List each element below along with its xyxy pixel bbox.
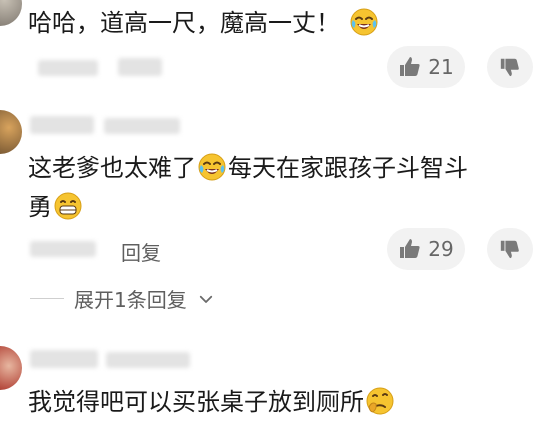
reply-button[interactable]: 回复 [121,237,161,266]
laughing-tears-icon [197,152,227,182]
laughing-tears-icon [349,7,379,37]
thumb-up-icon [400,239,420,258]
username[interactable] [30,350,98,368]
comment-text-part: 勇 [28,193,52,221]
avatar[interactable] [0,346,22,390]
user-meta [118,58,162,76]
thumb-down-icon [500,58,519,77]
username[interactable] [30,116,94,134]
timestamp [30,241,96,257]
thumb-down-icon [500,240,519,259]
expand-replies-label: 展开1条回复 [74,288,187,312]
avatar[interactable] [0,0,22,26]
chevron-down-icon [199,295,212,303]
expand-replies-button[interactable]: 展开1条回复 [30,284,215,313]
like-button[interactable]: 21 [387,46,465,88]
comment-text-part: 这老爹也太难了 [28,154,196,182]
like-count: 29 [428,237,454,261]
user-meta [38,60,98,76]
thinking-icon [365,386,395,416]
thumb-up-icon [400,57,420,76]
comment-text-part: 我觉得吧可以买张桌子放到厕所 [28,388,364,416]
dislike-button[interactable] [487,46,533,88]
comment-thread: 哈哈，道高一尺，魔高一丈！ 21 这老爹也太难了 每天在家跟孩子斗智斗 勇 回复… [0,0,546,433]
comment-text: 勇 [28,190,84,224]
user-meta [106,352,190,368]
comment-text: 我觉得吧可以买张桌子放到厕所 [28,385,396,419]
grinning-icon [53,191,83,221]
comment-text: 这老爹也太难了 每天在家跟孩子斗智斗 [28,151,468,185]
like-button[interactable]: 29 [387,228,465,270]
comment-text-part: 哈哈，道高一尺，魔高一丈！ [28,9,340,37]
user-meta [104,118,180,134]
dislike-button[interactable] [487,228,533,270]
like-count: 21 [428,55,454,79]
divider [30,298,64,299]
avatar[interactable] [0,110,22,154]
comment-text: 哈哈，道高一尺，魔高一丈！ [28,6,380,40]
comment-text-part: 每天在家跟孩子斗智斗 [228,154,468,182]
